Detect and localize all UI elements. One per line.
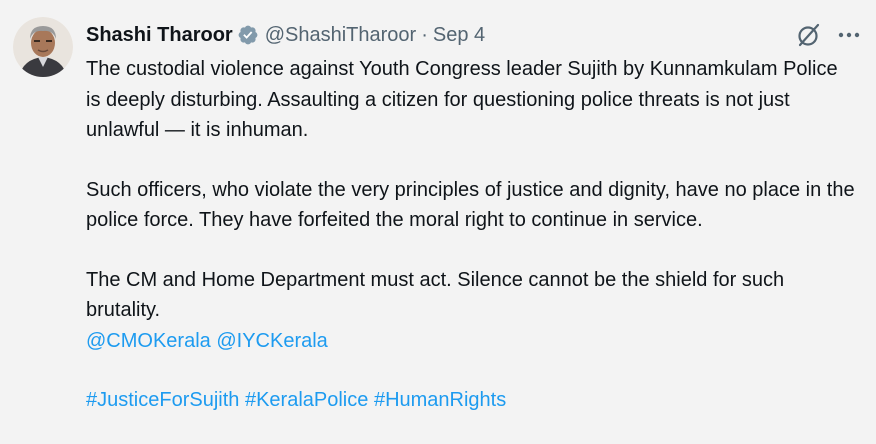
tweet-paragraph: The custodial violence against Youth Con… [86, 58, 838, 141]
mentions-line: @CMOKerala @IYCKerala [86, 326, 856, 357]
separator-dot: · [421, 23, 428, 46]
grok-icon[interactable] [796, 22, 822, 48]
mention-link[interactable]: @IYCKerala [216, 330, 327, 352]
more-options-icon[interactable] [836, 23, 862, 47]
tweet: Shashi Tharoor @ShashiTharoor · Sep 4 Th… [0, 0, 876, 444]
hashtags-line: #JusticeForSujith #KeralaPolice #HumanRi… [86, 385, 856, 416]
verified-badge-icon [238, 25, 258, 45]
tweet-header: Shashi Tharoor @ShashiTharoor · Sep 4 [86, 20, 485, 50]
mention-link[interactable]: @CMOKerala [86, 330, 211, 352]
avatar-image [13, 17, 73, 77]
author-name[interactable]: Shashi Tharoor [86, 24, 233, 47]
hashtag-link[interactable]: #KeralaPolice [245, 389, 368, 411]
hashtag-link[interactable]: #JusticeForSujith [86, 389, 239, 411]
tweet-paragraph: The CM and Home Department must act. Sil… [86, 268, 785, 322]
author-handle[interactable]: @ShashiTharoor [265, 24, 416, 47]
avatar[interactable] [13, 17, 73, 77]
tweet-date[interactable]: Sep 4 [433, 24, 485, 47]
tweet-text: The custodial violence against Youth Con… [86, 54, 856, 416]
tweet-paragraph: Such officers, who violate the very prin… [86, 178, 855, 232]
hashtag-link[interactable]: #HumanRights [374, 389, 506, 411]
